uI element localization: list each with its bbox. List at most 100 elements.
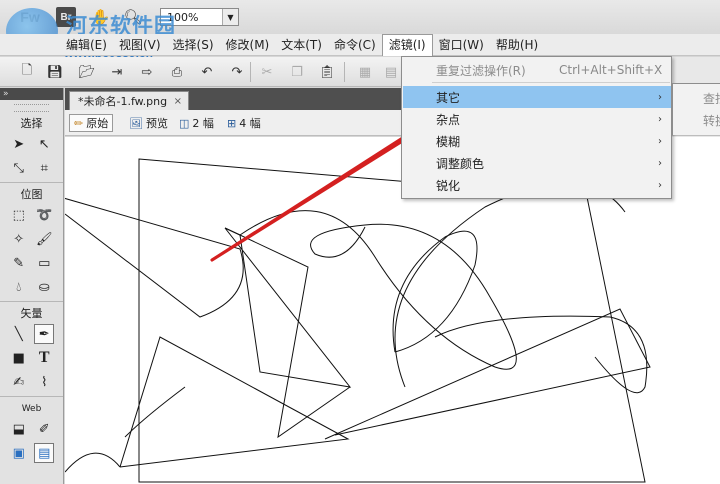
menu-view[interactable]: 视图(V) — [113, 34, 167, 56]
view-4up-label: 4 幅 — [239, 117, 261, 130]
print-icon[interactable]: ⎙ — [168, 63, 186, 81]
drawn-path — [434, 315, 648, 394]
stamp-tool-icon[interactable]: ⛀ — [34, 277, 54, 297]
menu-commands[interactable]: 命令(C) — [328, 34, 382, 56]
view-preview-button[interactable]: 🖼︎ 预览 — [125, 114, 172, 132]
image-icon: 🖼︎ — [129, 116, 143, 130]
brush-tool-icon[interactable]: 🖌︎ — [34, 229, 54, 249]
menu-window[interactable]: 窗口(W) — [433, 34, 490, 56]
blur-tool-icon[interactable]: 💧︎ — [9, 277, 29, 297]
ungroup-icon[interactable]: ▤ — [382, 63, 400, 81]
menu-select[interactable]: 选择(S) — [167, 34, 220, 56]
document-tab[interactable]: *未命名-1.fw.png × — [69, 91, 189, 110]
copy-icon[interactable]: ❐ — [288, 63, 306, 81]
freeform-tool-icon[interactable]: ✍ — [9, 372, 29, 392]
zoom-icon[interactable]: 🔍︎ — [123, 7, 142, 27]
group-icon[interactable]: ▦ — [356, 63, 374, 81]
crop-tool-icon[interactable]: ⌗ — [34, 158, 54, 178]
rectangle-tool-icon[interactable]: ■ — [9, 348, 29, 368]
other-submenu: 查找 转换 — [672, 83, 720, 135]
chevron-right-icon: › — [658, 135, 662, 147]
lasso-tool-icon[interactable]: ➰ — [34, 205, 54, 225]
export-icon[interactable]: ⇨ — [138, 63, 156, 81]
pointer-tool-icon[interactable]: ➤ — [9, 134, 29, 154]
chevron-right-icon: › — [658, 179, 662, 191]
menu-separator — [432, 82, 670, 83]
scale-tool-icon[interactable]: ⤡ — [9, 158, 29, 178]
hotspot-tool-icon[interactable]: ⬓ — [9, 419, 29, 439]
panel-collapse-icon[interactable]: » — [0, 88, 63, 100]
view-2up-button[interactable]: ◫ 2 幅 — [175, 114, 218, 132]
menu-item-label: 锐化 — [436, 178, 461, 193]
menu-item-label: 调整颜色 — [436, 156, 485, 171]
app-logo: Fw — [20, 9, 40, 25]
submenu-item-find[interactable]: 查找 — [703, 90, 720, 107]
menu-item-blur[interactable]: 模糊 › — [403, 130, 671, 152]
view-2up-label: 2 幅 — [192, 117, 214, 130]
view-original-button[interactable]: ✏ 原始 — [69, 114, 114, 132]
chevron-down-icon[interactable]: ▼ — [222, 9, 238, 25]
menu-item-label: 重复过滤操作(R) — [436, 63, 526, 78]
toolbar-separator — [344, 62, 345, 82]
submenu-item-convert[interactable]: 转换 — [703, 112, 720, 129]
drawn-path — [124, 386, 186, 438]
paste-icon[interactable]: 📋︎ — [318, 63, 336, 81]
view-4up-button[interactable]: ⊞ 4 幅 — [223, 114, 265, 132]
cut-icon[interactable]: ✂ — [258, 63, 276, 81]
chevron-right-icon: › — [658, 91, 662, 103]
menu-item-repeat-filter[interactable]: 重复过滤操作(R) Ctrl+Alt+Shift+X — [403, 59, 671, 81]
line-tool-icon[interactable]: ╲ — [9, 324, 29, 344]
show-slices-icon[interactable]: ▤ — [34, 443, 55, 463]
menu-item-noise[interactable]: 杂点 › — [403, 108, 671, 130]
panel-grip[interactable] — [14, 104, 49, 112]
menu-modify[interactable]: 修改(M) — [220, 34, 276, 56]
tools-section-vector: 矢量 — [20, 307, 43, 320]
import-icon[interactable]: ⇥ — [108, 63, 126, 81]
chevron-right-icon: › — [658, 113, 662, 125]
hide-slices-icon[interactable]: ▣ — [9, 443, 29, 463]
text-tool-icon[interactable]: T — [34, 348, 54, 368]
drawn-path — [119, 336, 350, 468]
zoom-level-value: 100% — [167, 10, 199, 24]
eraser-tool-icon[interactable]: ▭ — [34, 253, 54, 273]
menu-text[interactable]: 文本(T) — [275, 34, 328, 56]
annotation-arrow — [210, 137, 407, 262]
marquee-tool-icon[interactable]: ⬚ — [9, 205, 29, 225]
toolbar-separator — [250, 62, 251, 82]
menu-item-other[interactable]: 其它 › — [403, 86, 671, 108]
redo-icon[interactable]: ↷ — [228, 63, 246, 81]
pencil-tool-icon[interactable]: ✎ — [9, 253, 29, 273]
open-folder-icon[interactable]: 📂︎ — [78, 63, 96, 81]
zoom-level-select[interactable]: 100% ▼ — [160, 8, 239, 26]
hand-tool-icon[interactable]: ✋ — [92, 7, 111, 27]
tools-section-bitmap: 位图 — [20, 188, 43, 201]
menu-item-label: 模糊 — [436, 134, 461, 149]
two-up-icon: ◫ — [179, 116, 190, 130]
menu-item-label: 杂点 — [436, 112, 461, 127]
magic-wand-tool-icon[interactable]: ✧ — [9, 229, 29, 249]
view-original-label: 原始 — [86, 117, 109, 130]
new-file-icon[interactable]: 🗋 — [18, 63, 36, 81]
pen-tool-icon[interactable]: ✒ — [34, 324, 55, 344]
chevron-right-icon: › — [658, 157, 662, 169]
drawn-path — [224, 227, 352, 388]
subselect-tool-icon[interactable]: ↖ — [34, 134, 54, 154]
knife-tool-icon[interactable]: ⌇ — [34, 372, 54, 392]
close-icon[interactable]: × — [174, 96, 182, 107]
drawn-path — [239, 210, 517, 370]
save-icon[interactable]: 💾︎ — [46, 63, 64, 81]
bridge-icon[interactable]: Br — [56, 7, 76, 27]
menu-item-shortcut: Ctrl+Alt+Shift+X — [559, 63, 663, 77]
undo-icon[interactable]: ↶ — [198, 63, 216, 81]
menu-item-sharpen[interactable]: 锐化 › — [403, 174, 671, 196]
menu-item-adjust-color[interactable]: 调整颜色 › — [403, 152, 671, 174]
menu-filters[interactable]: 滤镜(I) — [381, 33, 433, 56]
menu-bar: 编辑(E) 视图(V) 选择(S) 修改(M) 文本(T) 命令(C) 滤镜(I… — [0, 33, 720, 56]
menu-edit[interactable]: 编辑(E) — [60, 34, 113, 56]
tools-section-web: Web — [21, 404, 42, 414]
menu-help[interactable]: 帮助(H) — [490, 34, 544, 56]
tools-panel: » 选择 ➤ ↖ ⤡ ⌗ 位图 ⬚ ➰ ✧ 🖌︎ ✎ ▭ 💧︎ ⛀ 矢量 ╲ ✒… — [0, 88, 64, 484]
document-tab-label: *未命名-1.fw.png — [78, 95, 168, 108]
drawn-path — [65, 452, 121, 473]
slice-tool-icon[interactable]: ✐ — [34, 419, 54, 439]
